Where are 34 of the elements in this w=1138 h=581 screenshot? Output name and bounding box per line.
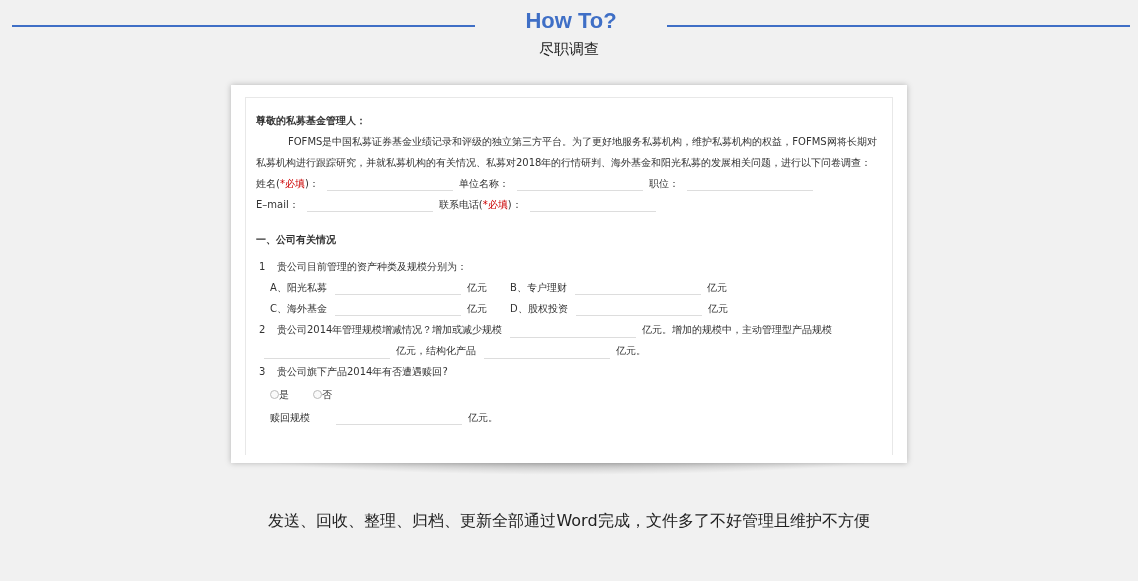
option-label: C、海外基金 [270, 302, 327, 316]
radio-button[interactable] [270, 390, 279, 399]
radio-label: 是 [279, 388, 289, 402]
question-text: 贵公司2014年管理规模增减情况？增加或减少规模 [277, 324, 503, 335]
field-label: 职位： [648, 177, 679, 191]
greeting: 尊敬的私募基金管理人： [256, 114, 367, 128]
unit-label: 亿元 [706, 281, 727, 295]
question-number: 1 [258, 260, 267, 274]
radio-button[interactable] [313, 390, 322, 399]
caption: 发送、回收、整理、归档、更新全部通过Word完成，文件多了不好管理且维护不方便 [267, 511, 871, 532]
radio-label: 否 [322, 388, 332, 402]
unit-label: 亿元 [466, 281, 487, 295]
option-label: D、股权投资 [510, 302, 568, 316]
question-text: 亿元，结构化产品 [396, 345, 476, 356]
field-label: 赎回规模 [270, 411, 310, 425]
page-subtitle: 尽职调查 [538, 40, 600, 59]
page-title: How To? [525, 8, 617, 34]
section-title: 一、公司有关情况 [256, 233, 337, 247]
question-text: 亿元。 [616, 345, 646, 356]
question-text: 亿元。增加的规模中，主动管理型产品规模 [642, 324, 833, 335]
unit-label: 亿元。 [468, 411, 498, 425]
question-number: 2 [258, 323, 267, 337]
intro-paragraph: FOFMS是中国私募证券基金业绩记录和评级的独立第三方平台。为了更好地服务私募机构，维护私募机构的权益，FOFMS网将长期对私募机构进行跟踪研究，并就私募机构的有关情况、私募对2018年的行情研判、海外基金和阳光私募的发展相关问题，进行以下问卷调查： [256, 135, 878, 170]
option-label: B、专户理财 [510, 281, 567, 295]
option-label: A、阳光私募 [270, 281, 327, 295]
field-label: 联系电话(*必填)： [438, 198, 522, 212]
unit-label: 亿元 [707, 302, 728, 316]
field-label: 姓名(*必填)： [256, 177, 319, 191]
field-label: 单位名称： [458, 177, 509, 191]
question-text: 贵公司旗下产品2014年有否遭遇赎回? [277, 365, 448, 379]
question-number: 3 [258, 365, 267, 379]
unit-label: 亿元 [467, 302, 487, 316]
question-text: 贵公司目前管理的资产种类及规模分别为： [277, 260, 467, 274]
field-label: E–mail： [256, 198, 299, 212]
